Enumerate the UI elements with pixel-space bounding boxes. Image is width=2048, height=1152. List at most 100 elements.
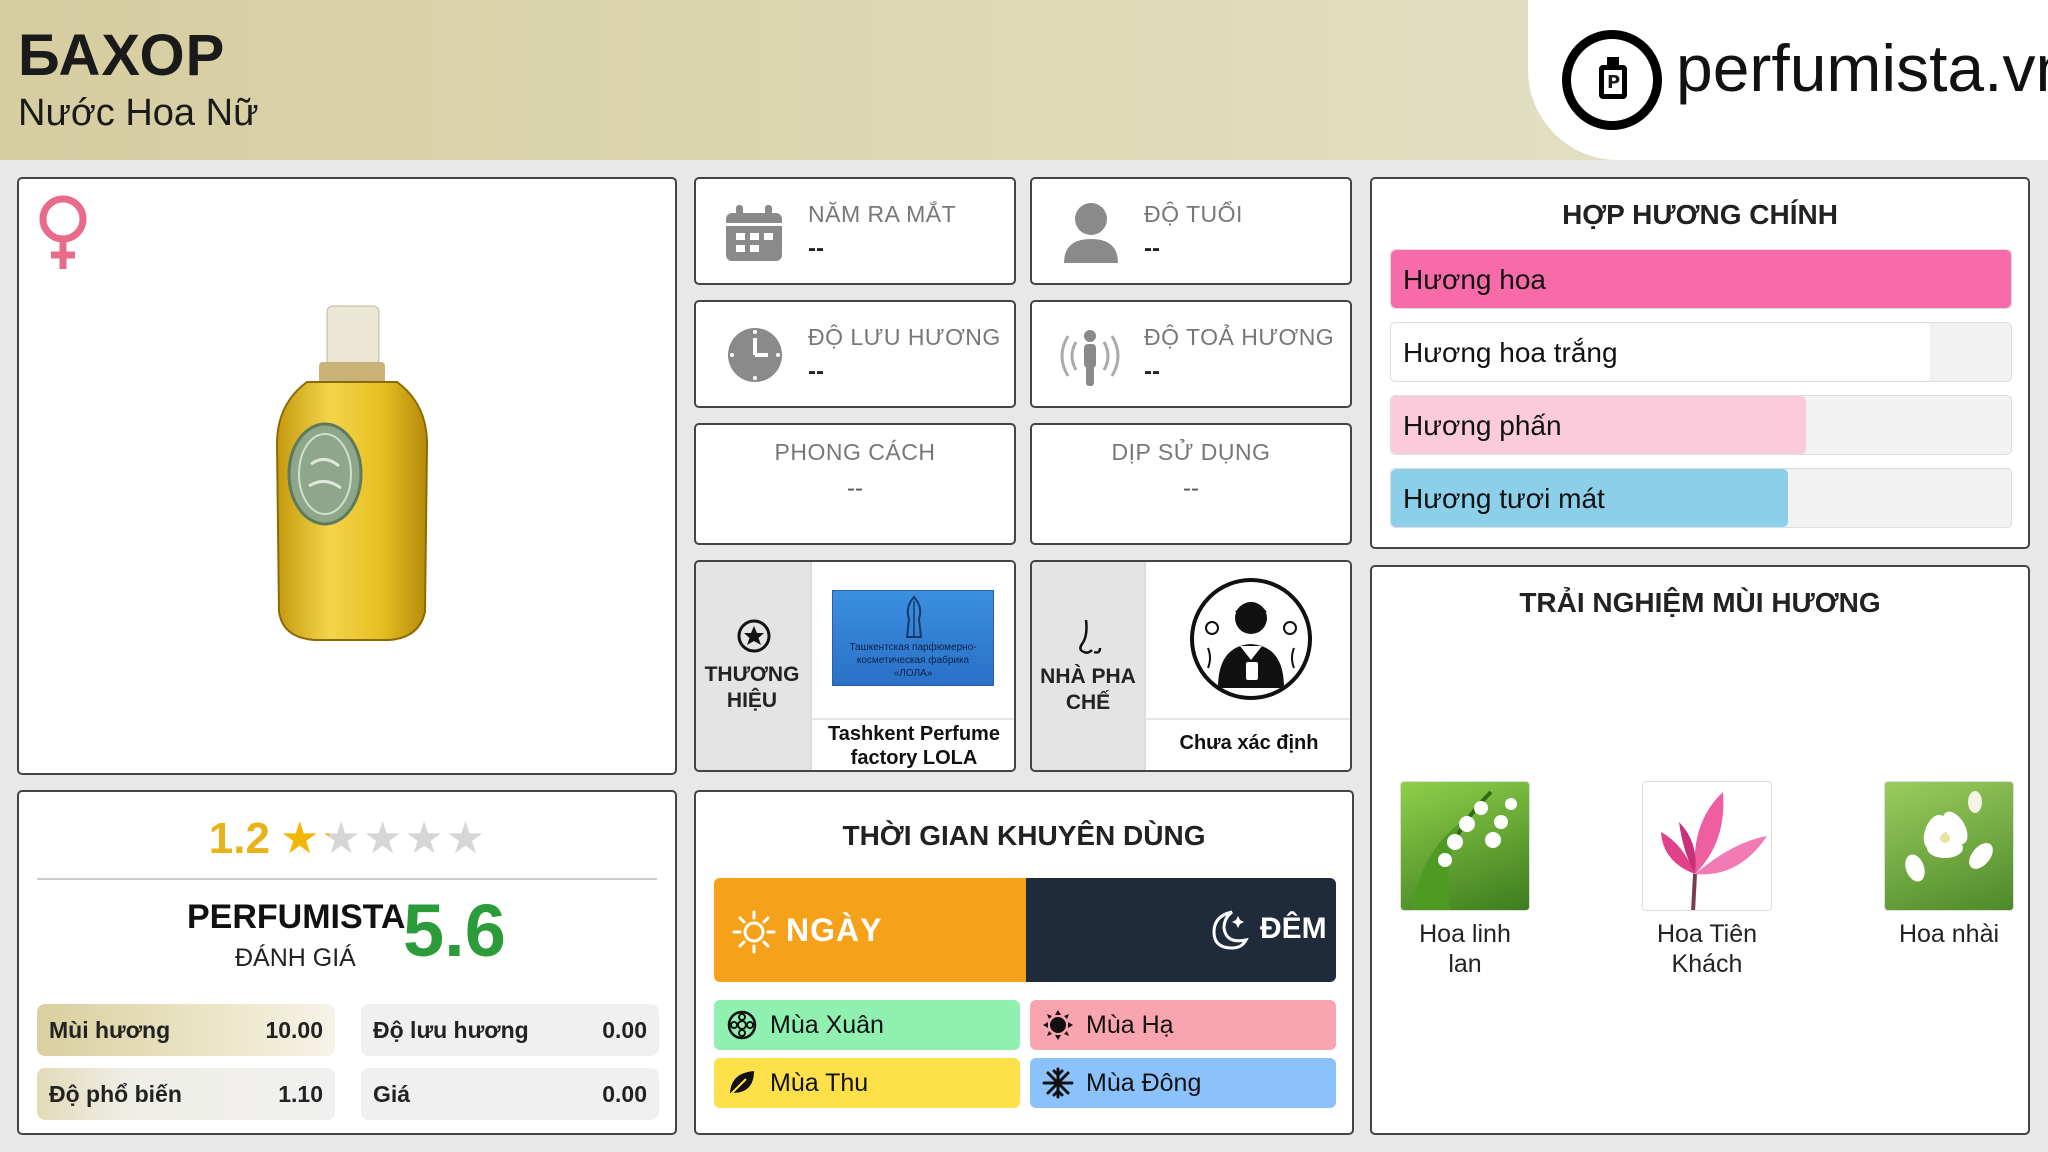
sillage-label: ĐỘ TOẢ HƯƠNG — [1144, 324, 1335, 350]
accord-name: Hương hoa — [1403, 264, 1546, 295]
person-icon — [1064, 203, 1118, 263]
style-card: PHONG CÁCH -- — [694, 423, 1016, 545]
day-indicator: NGÀY — [714, 878, 1026, 982]
age-card: ĐỘ TUỔI -- — [1030, 177, 1352, 285]
brand-card[interactable]: THƯƠNG HIỆU Ташкентская парфюмерно-косме… — [694, 560, 1016, 772]
longevity-card: ĐỘ LƯU HƯƠNG -- — [694, 300, 1016, 408]
metric-key: Độ lưu hương — [373, 1017, 529, 1043]
clock-icon — [728, 328, 782, 382]
metric-value: 10.00 — [265, 1017, 323, 1043]
sillage-card: ĐỘ TOẢ HƯƠNG -- — [1030, 300, 1352, 408]
scent-notes-title: TRẢI NGHIỆM MÙI HƯƠNG — [1519, 587, 1881, 618]
accord-bar: Hương hoa — [1390, 249, 2012, 309]
accord-name: Hương hoa trắng — [1403, 337, 1618, 368]
brand-logo[interactable]: perfumista.vn — [1528, 0, 2048, 160]
perfume-subtitle: Nước Hoa Nữ — [18, 92, 259, 134]
perfumer-label: NHÀ PHA CHẾ — [1040, 665, 1136, 714]
main-accords-card: HỢP HƯƠNG CHÍNH Hương hoa Hương hoa trắng… — [1370, 177, 2030, 549]
launch-year-card: NĂM RA MẮT -- — [694, 177, 1016, 285]
night-label: ĐÊM — [1260, 912, 1327, 945]
moon-icon — [1212, 910, 1249, 950]
note-item[interactable]: Hoa Tiên Khách — [1642, 781, 1772, 979]
nose-icon — [1079, 619, 1102, 654]
day-label: NGÀY — [786, 912, 883, 948]
brand-panel: Ташкентская парфюмерно-косметическая фаб… — [810, 562, 1014, 770]
season-name: Mùa Thu — [770, 1069, 869, 1097]
metric-key: Mùi hương — [49, 1017, 171, 1043]
perfume-title: БАХОР — [18, 23, 226, 88]
brand-emblem-icon — [905, 595, 923, 638]
metric-value: 0.00 — [602, 1017, 647, 1043]
night-indicator: ĐÊM — [1026, 878, 1336, 982]
star-icon[interactable]: ★ — [321, 817, 360, 861]
cyclamen-image — [1642, 781, 1772, 911]
season-name: Mùa Đông — [1086, 1069, 1202, 1097]
flower-icon — [727, 1010, 757, 1040]
radiate-person-icon — [1060, 330, 1120, 386]
season-spring: Mùa Xuân — [714, 1000, 1020, 1050]
metric-popularity: Độ phổ biến 1.10 — [37, 1068, 335, 1120]
star-icon[interactable]: ★ — [280, 817, 319, 861]
rating-divider — [37, 878, 657, 880]
sun-icon — [1043, 1010, 1073, 1040]
lily-of-the-valley-image — [1400, 781, 1530, 911]
header: БАХОР Nước Hoa Nữ perfumista.vn — [0, 0, 2048, 160]
perfumer-avatar-icon — [1190, 578, 1312, 700]
perfumista-sublabel: ĐÁNH GIÁ — [235, 944, 356, 972]
usage-time-title: THỜI GIAN KHUYÊN DÙNG — [842, 820, 1206, 851]
leaf-icon — [729, 1071, 754, 1096]
perfumista-score: 5.6 — [403, 889, 506, 972]
star-icon[interactable]: ★ — [404, 817, 443, 861]
usage-time-card: THỜI GIAN KHUYÊN DÙNG NGÀY ĐÊM Mùa Xuân — [694, 790, 1354, 1135]
season-summer: Mùa Hạ — [1030, 1000, 1336, 1050]
user-rating-row: 1.2 ★ ★ ★ ★ ★ — [19, 814, 675, 864]
brand-name-divider — [812, 718, 1014, 720]
perfumer-name[interactable]: Chưa xác định — [1152, 732, 1346, 755]
snowflake-icon — [1042, 1067, 1074, 1099]
launch-year-label: NĂM RA MẮT — [808, 201, 957, 227]
star-icon[interactable]: ★ — [363, 817, 402, 861]
age-label: ĐỘ TUỔI — [1144, 201, 1243, 227]
user-rating-stars[interactable]: ★ ★ ★ ★ ★ — [280, 817, 485, 861]
note-name: Hoa linh lan — [1419, 920, 1511, 978]
metric-value: 1.10 — [278, 1081, 323, 1107]
metric-key: Giá — [373, 1081, 411, 1107]
season-winter: Mùa Đông — [1030, 1058, 1336, 1108]
brand-name[interactable]: Tashkent Perfume factory LOLA — [818, 722, 1010, 770]
metric-key: Độ phổ biến — [49, 1081, 182, 1107]
metric-price: Giá 0.00 — [361, 1068, 659, 1120]
sillage-value: -- — [1144, 358, 1160, 385]
accord-name: Hương tươi mát — [1403, 483, 1605, 514]
main-accords-title: HỢP HƯƠNG CHÍNH — [1562, 199, 1838, 230]
note-item[interactable]: Hoa linh lan — [1400, 781, 1530, 979]
accord-bar: Hương phấn — [1390, 395, 2012, 455]
note-item[interactable]: Hoa nhài — [1884, 781, 2014, 949]
note-name: Hoa nhài — [1898, 920, 2000, 948]
age-value: -- — [1144, 235, 1160, 262]
metric-longevity: Độ lưu hương 0.00 — [361, 1004, 659, 1056]
scent-notes-card: TRẢI NGHIỆM MÙI HƯƠNG Hoa linh lan Hoa T… — [1370, 565, 2030, 1135]
cyclamen-flower-icon — [1661, 792, 1767, 910]
occasion-card: DỊP SỬ DỤNG -- — [1030, 423, 1352, 545]
accord-name: Hương phấn — [1403, 410, 1562, 441]
rating-card: 1.2 ★ ★ ★ ★ ★ PERFUMISTA ĐÁNH GIÁ 5.6 Mùi hư… — [17, 790, 677, 1135]
season-name: Mùa Hạ — [1086, 1011, 1174, 1039]
longevity-value: -- — [808, 358, 824, 385]
product-image-card — [17, 177, 677, 775]
occasion-value: -- — [1183, 475, 1199, 502]
note-name: Hoa Tiên Khách — [1656, 920, 1758, 978]
launch-year-value: -- — [808, 235, 824, 262]
jasmine-flower-icon — [1905, 791, 1993, 882]
calendar-icon — [726, 205, 782, 261]
longevity-label: ĐỘ LƯU HƯƠNG — [808, 324, 1001, 350]
logo-text: perfumista.vn — [1676, 31, 2048, 105]
lily-flower-icon — [1411, 790, 1517, 910]
star-icon[interactable]: ★ — [446, 817, 485, 861]
jasmine-image — [1884, 781, 2014, 911]
style-label: PHONG CÁCH — [774, 439, 936, 465]
occasion-label: DỊP SỬ DỤNG — [1111, 439, 1271, 465]
accord-bar: Hương tươi mát — [1390, 468, 2012, 528]
brand-logo-text: Ташкентская парфюмерно-косметическая фаб… — [849, 642, 977, 679]
perfumer-card[interactable]: NHÀ PHA CHẾ Chưa xác định — [1030, 560, 1352, 772]
perfumer-name-divider — [1146, 718, 1350, 720]
